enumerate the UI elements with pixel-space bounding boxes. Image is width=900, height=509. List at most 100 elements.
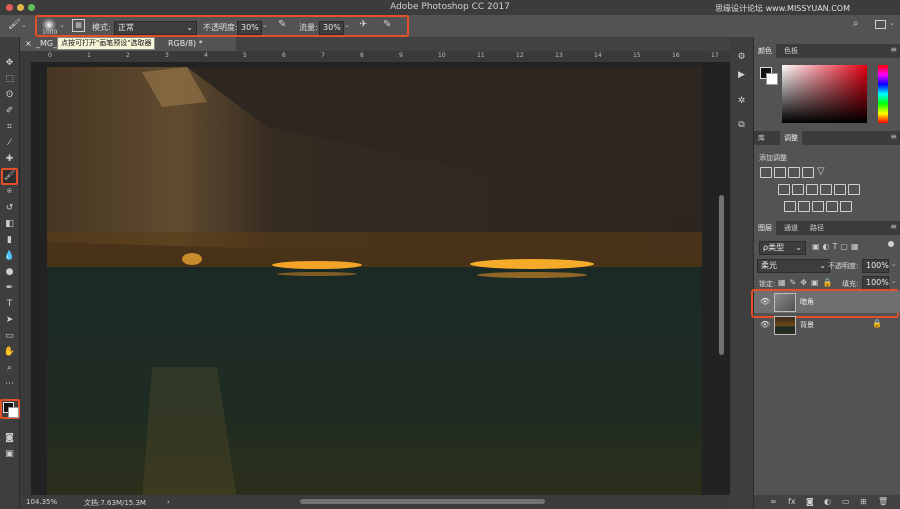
posterize-adjust-icon[interactable]	[798, 201, 810, 212]
color-panel-background-swatch[interactable]	[766, 73, 778, 85]
adjust-panel-menu-icon[interactable]: ≡	[890, 132, 897, 141]
healing-brush-tool-icon[interactable]: ✚	[3, 153, 16, 166]
fill-chevron-icon[interactable]: ⌄	[891, 277, 897, 285]
brush-tool-icon-active[interactable]: 🖌	[1, 168, 18, 185]
color-spectrum-field[interactable]	[782, 65, 867, 123]
dodge-tool-icon[interactable]: ●	[3, 266, 16, 279]
quick-select-tool-icon[interactable]: ✐	[3, 105, 16, 118]
hue-slider[interactable]	[878, 65, 888, 123]
exposure-adjust-icon[interactable]	[802, 167, 814, 178]
zoom-readout[interactable]: 104.35%	[26, 498, 57, 506]
workspace-chevron-icon[interactable]: ⌄	[889, 19, 895, 27]
layer-row[interactable]: 👁 背景 🔒	[754, 314, 900, 336]
horizontal-scrollbar[interactable]	[300, 499, 545, 504]
layer-name[interactable]: 暗角	[800, 297, 814, 307]
clone-stamp-tool-icon[interactable]: ⍟	[3, 186, 16, 199]
tab-libraries[interactable]: 库	[754, 131, 769, 145]
type-tool-icon[interactable]: T	[3, 298, 16, 311]
vertical-scrollbar[interactable]	[719, 195, 724, 355]
add-mask-icon[interactable]: ◙	[806, 497, 814, 506]
black-white-adjust-icon[interactable]	[806, 184, 818, 195]
path-select-tool-icon[interactable]: ➤	[3, 314, 16, 327]
levels-adjust-icon[interactable]	[774, 167, 786, 178]
status-menu-arrow-icon[interactable]: ›	[167, 498, 170, 506]
tab-channels[interactable]: 通道	[780, 221, 802, 235]
hand-tool-icon[interactable]: ✋	[3, 346, 16, 359]
tab-paths[interactable]: 路径	[806, 221, 828, 235]
marquee-tool-icon[interactable]: ⬚	[3, 73, 16, 86]
workspace-switcher-icon[interactable]	[875, 20, 886, 29]
layer-filter-select[interactable]: ρ类型 ⌄	[759, 241, 806, 255]
brush-picker-chevron-icon[interactable]: ⌄	[59, 21, 65, 29]
canvas-photo[interactable]	[47, 67, 702, 500]
tab-color[interactable]: 颜色	[754, 44, 776, 58]
fill-input[interactable]: 100%	[862, 276, 889, 290]
tab-swatches[interactable]: 色板	[780, 44, 802, 58]
layer-filter-icons[interactable]: ▣◐T▢▦	[812, 242, 862, 251]
new-group-icon[interactable]: ▭	[842, 497, 850, 506]
brush-panel-toggle-icon[interactable]: ▦	[72, 19, 85, 32]
history-brush-tool-icon[interactable]: ↺	[3, 202, 16, 215]
lock-options-icons[interactable]: ▦✎✥▣🔒	[778, 278, 836, 287]
layer-name[interactable]: 背景	[800, 320, 814, 330]
tab-layers[interactable]: 图层	[754, 221, 776, 235]
eraser-tool-icon[interactable]: ◧	[3, 218, 16, 231]
color-balance-adjust-icon[interactable]	[792, 184, 804, 195]
invert-adjust-icon[interactable]	[784, 201, 796, 212]
gradient-map-adjust-icon[interactable]	[826, 201, 838, 212]
link-layers-icon[interactable]: ∞	[770, 497, 777, 506]
layer-style-icon[interactable]: fx	[788, 497, 796, 506]
document-tab-close-icon[interactable]: ×	[25, 37, 32, 51]
color-lookup-adjust-icon[interactable]	[848, 184, 860, 195]
zoom-tool-icon[interactable]: ⌕	[3, 362, 16, 375]
canvas-area[interactable]	[31, 62, 730, 500]
hue-saturation-adjust-icon[interactable]	[778, 184, 790, 195]
tool-preset-chevron-icon[interactable]: ⌄	[21, 21, 27, 29]
new-layer-icon[interactable]: ⊞	[860, 497, 867, 506]
filter-toggle-icon[interactable]	[888, 241, 894, 247]
layer-visibility-eye-icon[interactable]: 👁	[760, 297, 770, 306]
adjustments-panel-icon[interactable]: ✲	[735, 95, 748, 108]
properties-panel-icon[interactable]: ⧉	[735, 119, 748, 132]
curves-adjust-icon[interactable]	[788, 167, 800, 178]
background-color-swatch[interactable]	[8, 407, 19, 418]
rectangle-tool-icon[interactable]: ▭	[3, 330, 16, 343]
search-icon[interactable]: ⌕	[853, 18, 859, 29]
gradient-tool-icon[interactable]: ▮	[3, 234, 16, 247]
new-adjustment-layer-icon[interactable]: ◐	[824, 497, 831, 506]
layer-row[interactable]: 👁 暗角	[754, 291, 900, 313]
flow-input[interactable]: 30%	[319, 21, 344, 35]
tab-adjustments[interactable]: 调整	[780, 131, 802, 145]
mode-select[interactable]: 正常 ⌄	[114, 21, 197, 35]
pen-tool-icon[interactable]: ✒	[3, 282, 16, 295]
crop-tool-icon[interactable]: ⌗	[3, 121, 16, 134]
layer-opacity-input[interactable]: 100%	[862, 259, 889, 273]
layers-panel-menu-icon[interactable]: ≡	[890, 222, 897, 231]
opacity-slider-chevron-icon[interactable]: ⌄	[262, 21, 268, 29]
move-tool-icon[interactable]: ✥	[3, 57, 16, 70]
brush-tool-icon[interactable]: 🖌	[8, 19, 21, 30]
selective-color-adjust-icon[interactable]	[840, 201, 852, 212]
opacity-input[interactable]: 30%	[237, 21, 262, 35]
actions-panel-icon[interactable]: ▶	[735, 69, 748, 82]
layer-opacity-chevron-icon[interactable]: ⌄	[891, 260, 897, 268]
screen-mode-icon[interactable]: ▣	[3, 448, 16, 461]
vibrance-adjust-icon[interactable]: ▽	[817, 166, 825, 177]
delete-layer-icon[interactable]: 🗑	[878, 497, 888, 506]
pressure-size-icon[interactable]: ✎	[383, 19, 391, 30]
blur-tool-icon[interactable]: 💧	[3, 250, 16, 263]
quick-mask-icon[interactable]: ◙	[3, 432, 16, 445]
threshold-adjust-icon[interactable]	[812, 201, 824, 212]
blend-mode-select[interactable]: 柔光 ⌄	[757, 259, 830, 273]
channel-mixer-adjust-icon[interactable]	[834, 184, 846, 195]
brightness-adjust-icon[interactable]	[760, 167, 772, 178]
pressure-opacity-icon[interactable]: ✎	[278, 19, 286, 30]
photo-filter-adjust-icon[interactable]	[820, 184, 832, 195]
color-panel-menu-icon[interactable]: ≡	[890, 45, 897, 54]
lasso-tool-icon[interactable]: ʘ	[3, 89, 16, 102]
layer-visibility-eye-icon[interactable]: 👁	[760, 320, 770, 329]
airbrush-icon[interactable]: ✈	[359, 19, 367, 30]
history-panel-icon[interactable]: ⚙	[735, 51, 748, 64]
more-tools-icon[interactable]: ⋯	[3, 378, 16, 391]
eyedropper-tool-icon[interactable]: ⁄	[3, 137, 16, 150]
